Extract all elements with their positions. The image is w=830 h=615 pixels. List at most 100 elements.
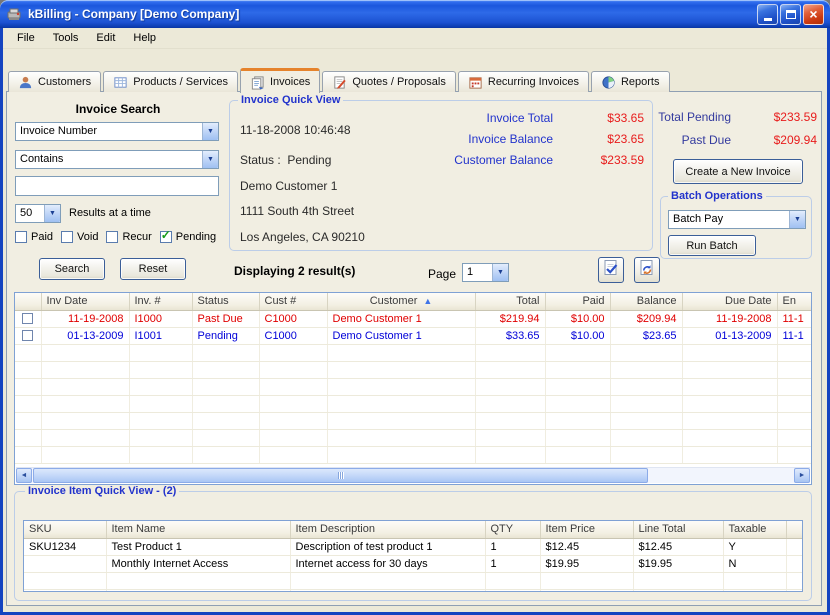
app-icon bbox=[6, 6, 22, 22]
scrollbar-thumb[interactable] bbox=[33, 468, 648, 483]
grid-icon bbox=[113, 75, 128, 90]
scroll-left-icon: ◄ bbox=[21, 472, 28, 479]
items-table-header-row: SKU Item Name Item Description QTY Item … bbox=[24, 521, 802, 538]
void-checkbox[interactable]: ✓ bbox=[61, 231, 73, 243]
customer-balance-label: Customer Balance bbox=[454, 153, 553, 167]
check-invoices-button[interactable] bbox=[598, 257, 624, 283]
col-inv-number[interactable]: Inv. # bbox=[129, 293, 192, 310]
results-per-page-selector[interactable]: 50 ▼ bbox=[15, 204, 61, 223]
close-button[interactable]: × bbox=[803, 4, 824, 25]
search-operator-selector[interactable]: Contains ▼ bbox=[15, 150, 219, 169]
chevron-down-icon[interactable]: ▼ bbox=[492, 264, 508, 281]
col-due-date[interactable]: Due Date bbox=[682, 293, 777, 310]
chevron-down-icon[interactable]: ▼ bbox=[202, 151, 218, 168]
col-balance[interactable]: Balance bbox=[610, 293, 682, 310]
pie-chart-icon bbox=[601, 75, 616, 90]
filter-paid[interactable]: ✓ Paid bbox=[15, 231, 53, 243]
search-button[interactable]: Search bbox=[39, 258, 105, 280]
app-window: kBilling - Company [Demo Company] × File… bbox=[0, 0, 830, 615]
col-sku[interactable]: SKU bbox=[24, 521, 106, 538]
invoice-row[interactable]: 11-19-2008 I1000 Past Due C1000 Demo Cus… bbox=[15, 310, 811, 327]
chevron-down-icon[interactable]: ▼ bbox=[789, 211, 805, 228]
page-label: Page bbox=[428, 267, 456, 281]
filter-pending[interactable]: ✓ Pending bbox=[160, 231, 216, 243]
menubar: File Tools Edit Help bbox=[3, 28, 827, 49]
batch-operation-selector[interactable]: Batch Pay ▼ bbox=[668, 210, 806, 229]
invoice-quick-view-group: Invoice Quick View 11-18-2008 10:46:48 S… bbox=[229, 100, 653, 251]
paid-checkbox[interactable]: ✓ bbox=[15, 231, 27, 243]
filter-label: Recur bbox=[122, 231, 151, 243]
reset-button[interactable]: Reset bbox=[120, 258, 186, 280]
row-checkbox[interactable] bbox=[22, 313, 33, 324]
chevron-down-icon[interactable]: ▼ bbox=[202, 123, 218, 140]
menu-file[interactable]: File bbox=[8, 29, 44, 47]
empty-row bbox=[24, 572, 802, 589]
menu-edit[interactable]: Edit bbox=[87, 29, 124, 47]
invoice-table-header-row: Inv Date Inv. # Status Cust # Customer▲ … bbox=[15, 293, 811, 310]
item-row[interactable]: SKU1234 Test Product 1 Description of te… bbox=[24, 538, 802, 555]
col-taxable[interactable]: Taxable bbox=[723, 521, 786, 538]
tab-reports[interactable]: Reports bbox=[591, 71, 670, 92]
refresh-list-button[interactable] bbox=[634, 257, 660, 283]
group-title: Invoice Quick View bbox=[238, 94, 343, 106]
scroll-right-button[interactable]: ► bbox=[794, 468, 810, 483]
empty-row bbox=[24, 589, 802, 592]
invoice-balance-label: Invoice Balance bbox=[468, 132, 553, 146]
invoice-row[interactable]: 01-13-2009 I1001 Pending C1000 Demo Cust… bbox=[15, 327, 811, 344]
empty-row bbox=[15, 412, 811, 429]
empty-row bbox=[15, 344, 811, 361]
customer-name: Demo Customer 1 bbox=[240, 179, 337, 193]
col-item-price[interactable]: Item Price bbox=[540, 521, 633, 538]
invoice-items-table: SKU Item Name Item Description QTY Item … bbox=[23, 520, 803, 592]
minimize-button[interactable] bbox=[757, 4, 778, 25]
search-query-input[interactable] bbox=[15, 176, 219, 196]
displaying-results-text: Displaying 2 result(s) bbox=[234, 264, 355, 278]
tab-quotes-proposals[interactable]: Quotes / Proposals bbox=[322, 71, 456, 92]
results-per-page-label: Results at a time bbox=[69, 207, 151, 219]
item-row[interactable]: Monthly Internet Access Internet access … bbox=[24, 555, 802, 572]
pending-checkbox[interactable]: ✓ bbox=[160, 231, 172, 243]
col-item-name[interactable]: Item Name bbox=[106, 521, 290, 538]
col-paid[interactable]: Paid bbox=[545, 293, 610, 310]
menu-tools[interactable]: Tools bbox=[44, 29, 88, 47]
scroll-left-button[interactable]: ◄ bbox=[16, 468, 32, 483]
horizontal-scrollbar[interactable]: ◄ ► bbox=[16, 467, 810, 483]
menu-help[interactable]: Help bbox=[124, 29, 165, 47]
col-filler bbox=[786, 521, 802, 538]
col-entered[interactable]: En bbox=[777, 293, 811, 310]
status-label: Status : bbox=[240, 153, 281, 167]
filter-label: Void bbox=[77, 231, 98, 243]
col-customer[interactable]: Customer▲ bbox=[327, 293, 475, 310]
recur-checkbox[interactable]: ✓ bbox=[106, 231, 118, 243]
col-item-description[interactable]: Item Description bbox=[290, 521, 485, 538]
col-total[interactable]: Total bbox=[475, 293, 545, 310]
maximize-icon bbox=[786, 10, 796, 19]
tab-customers[interactable]: Customers bbox=[8, 71, 101, 92]
chevron-down-icon[interactable]: ▼ bbox=[44, 205, 60, 222]
col-select[interactable] bbox=[15, 293, 41, 310]
document-refresh-icon bbox=[637, 258, 657, 283]
tab-strip: Customers Products / Services Invoices Q… bbox=[8, 67, 670, 92]
col-inv-date[interactable]: Inv Date bbox=[41, 293, 129, 310]
filter-void[interactable]: ✓ Void bbox=[61, 231, 98, 243]
tab-invoices[interactable]: Invoices bbox=[240, 68, 320, 93]
tab-recurring-invoices[interactable]: Recurring Invoices bbox=[458, 71, 589, 92]
maximize-button[interactable] bbox=[780, 4, 801, 25]
create-new-invoice-button[interactable]: Create a New Invoice bbox=[673, 159, 803, 184]
status-filters: ✓ Paid ✓ Void ✓ Recur ✓ Pending bbox=[15, 231, 216, 243]
col-line-total[interactable]: Line Total bbox=[633, 521, 723, 538]
tab-label: Customers bbox=[38, 76, 91, 88]
row-checkbox[interactable] bbox=[22, 330, 33, 341]
col-status[interactable]: Status bbox=[192, 293, 259, 310]
tab-products-services[interactable]: Products / Services bbox=[103, 71, 238, 92]
filter-label: Paid bbox=[31, 231, 53, 243]
page-selector[interactable]: 1 ▼ bbox=[462, 263, 509, 282]
filter-recur[interactable]: ✓ Recur bbox=[106, 231, 151, 243]
empty-row bbox=[15, 395, 811, 412]
invoice-results-table: Inv Date Inv. # Status Cust # Customer▲ … bbox=[14, 292, 812, 485]
col-cust-number[interactable]: Cust # bbox=[259, 293, 327, 310]
search-field-selector[interactable]: Invoice Number ▼ bbox=[15, 122, 219, 141]
col-qty[interactable]: QTY bbox=[485, 521, 540, 538]
run-batch-button[interactable]: Run Batch bbox=[668, 235, 756, 256]
main-area: Customers Products / Services Invoices Q… bbox=[3, 49, 827, 612]
